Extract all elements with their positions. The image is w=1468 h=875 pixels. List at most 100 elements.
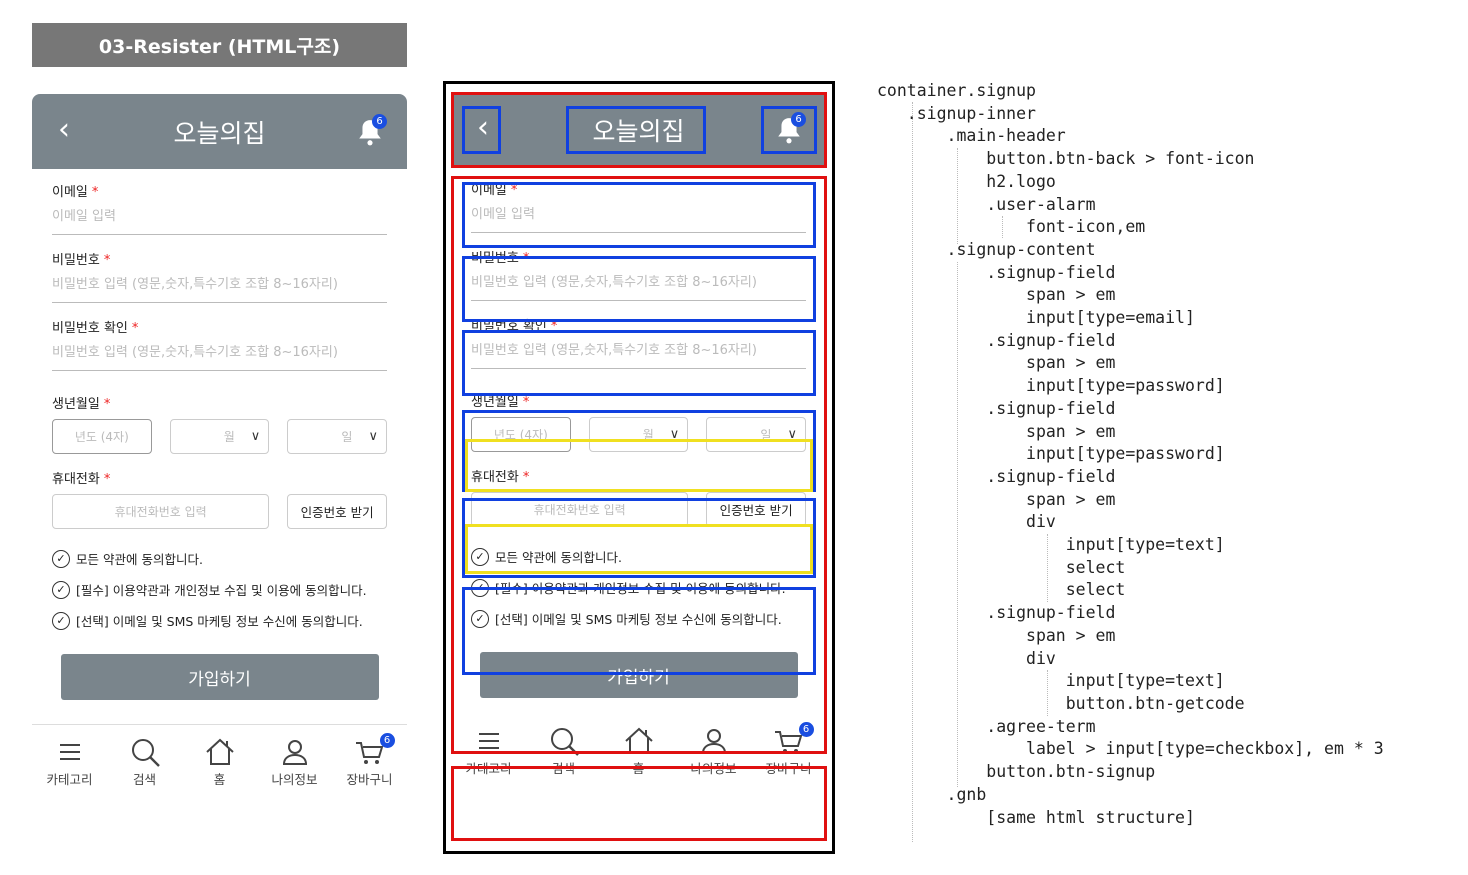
birth-day-select[interactable]: 일 ∨ (706, 417, 806, 452)
phone-inputs: 휴대전화번호 입력 인증번호 받기 (471, 492, 806, 527)
agree-term: ✓ 모든 약관에 동의합니다. ✓ [필수] 이용약관과 개인정보 수집 및 이용에… (471, 541, 806, 634)
code-line: input[type=password] (877, 444, 1225, 464)
code-line: .signup-inner (877, 103, 1036, 123)
gnb-myinfo[interactable]: 나의정보 (681, 724, 747, 777)
signup-mockup-annotated: ‹ 오늘의집 6 이메일* 비밀번호* 비밀번호 확인* 생년월일* 년도 (4… (451, 92, 826, 784)
cart-count-badge: 6 (379, 733, 395, 748)
menu-icon (478, 733, 499, 749)
signup-button[interactable]: 가입하기 (60, 654, 379, 700)
password-confirm-input[interactable] (52, 335, 387, 371)
agree-optional[interactable]: ✓ [선택] 이메일 및 SMS 마케팅 정보 수신에 동의합니다. (471, 603, 806, 634)
menu-icon (59, 744, 80, 760)
check-circle-icon[interactable]: ✓ (52, 580, 70, 599)
gnb-label: 나의정보 (271, 772, 318, 787)
chevron-down-icon: ∨ (669, 427, 680, 442)
user-alarm[interactable]: 6 (355, 114, 387, 148)
signup-field-phone: 휴대전화 * 휴대전화번호 입력 인증번호 받기 (52, 468, 387, 529)
alarm-count-badge: 6 (791, 112, 806, 127)
gnb-label: 카테고리 (46, 772, 93, 787)
birth-year-input[interactable]: 년도 (4자) (471, 417, 571, 452)
code-line: input[type=password] (877, 376, 1225, 396)
code-line: .user-alarm (877, 194, 1096, 214)
gnb-category[interactable]: 카테고리 (37, 735, 103, 788)
required-mark: * (522, 470, 530, 485)
code-line: .signup-field (877, 262, 1116, 282)
code-line: button.btn-back > font-icon (877, 149, 1255, 169)
required-mark: * (522, 395, 530, 410)
field-label: 비밀번호 * (471, 247, 806, 266)
check-circle-icon[interactable]: ✓ (471, 547, 489, 566)
password-confirm-label: 비밀번호 확인 (471, 319, 547, 334)
signup-field-phone: 휴대전화 * 휴대전화번호 입력 인증번호 받기 (471, 466, 806, 527)
password-confirm-input[interactable] (471, 333, 806, 369)
email-input[interactable] (471, 197, 806, 233)
password-confirm-label: 비밀번호 확인 (52, 321, 128, 336)
phone-inputs: 휴대전화번호 입력 인증번호 받기 (52, 494, 387, 529)
code-line: span > em (877, 285, 1116, 305)
birth-label: 생년월일 (471, 395, 519, 410)
required-mark: * (510, 183, 518, 198)
alarm-count-badge: 6 (372, 114, 387, 129)
search-icon (550, 728, 579, 756)
gnb-label: 장바구니 (346, 772, 393, 787)
agree-required[interactable]: ✓ [필수] 이용약관과 개인정보 수집 및 이용에 동의합니다. (471, 572, 806, 603)
phone-input[interactable]: 휴대전화번호 입력 (52, 494, 270, 529)
gnb-home[interactable]: 홈 (606, 724, 672, 777)
code-line: .signup-field (877, 330, 1116, 350)
gnb-label: 검색 (132, 772, 156, 787)
field-label: 비밀번호 확인 * (52, 317, 387, 336)
gnb-category[interactable]: 카테고리 (456, 724, 522, 777)
field-label: 이메일 * (471, 179, 806, 198)
signup-mockup: ‹ 오늘의집 6 이메일* 비밀번호* 비밀번호 확인* 생년월일* 년도 (4… (32, 94, 407, 794)
gnb-label: 카테고리 (465, 761, 512, 776)
birth-month-select[interactable]: 월 ∨ (588, 417, 689, 452)
birth-day-select[interactable]: 일 ∨ (287, 419, 387, 454)
code-line: div (877, 512, 1056, 532)
signup-button[interactable]: 가입하기 (479, 652, 798, 698)
agree-label: [선택] 이메일 및 SMS 마케팅 정보 수신에 동의합니다. (76, 614, 363, 629)
main-header: ‹ 오늘의집 6 (451, 92, 826, 167)
agree-optional[interactable]: ✓ [선택] 이메일 및 SMS 마케팅 정보 수신에 동의합니다. (52, 605, 387, 636)
password-input[interactable] (471, 265, 806, 301)
agree-all[interactable]: ✓ 모든 약관에 동의합니다. (471, 541, 806, 572)
get-code-button[interactable]: 인증번호 받기 (706, 492, 806, 527)
code-line: span > em (877, 353, 1116, 373)
agree-all[interactable]: ✓ 모든 약관에 동의합니다. (52, 543, 387, 574)
phone-input[interactable]: 휴대전화번호 입력 (471, 492, 689, 527)
get-code-button[interactable]: 인증번호 받기 (287, 494, 387, 529)
agree-required[interactable]: ✓ [필수] 이용약관과 개인정보 수집 및 이용에 동의합니다. (52, 574, 387, 605)
gnb-search[interactable]: 검색 (112, 735, 178, 788)
code-line: button.btn-signup (877, 762, 1156, 782)
birth-year-input[interactable]: 년도 (4자) (52, 419, 152, 454)
day-value: 일 (760, 428, 772, 442)
user-icon (282, 740, 307, 765)
birth-month-select[interactable]: 월 ∨ (169, 419, 270, 454)
signup-field-password: 비밀번호 * (471, 247, 806, 301)
code-line: .main-header (877, 126, 1066, 146)
email-input[interactable] (52, 199, 387, 235)
email-label: 이메일 (471, 183, 507, 198)
gnb-cart[interactable]: 6 장바구니 (756, 722, 822, 777)
html-structure-code: container.signup .signup-inner .main-hea… (877, 80, 1384, 829)
signup-field-password: 비밀번호 * (52, 249, 387, 303)
field-label: 생년월일 * (471, 391, 806, 410)
gnb-search[interactable]: 검색 (531, 724, 597, 777)
required-mark: * (91, 185, 99, 200)
check-circle-icon[interactable]: ✓ (52, 611, 70, 630)
check-circle-icon[interactable]: ✓ (52, 549, 70, 568)
check-circle-icon[interactable]: ✓ (471, 578, 489, 597)
gnb: 카테고리 검색 홈 나의정보 6 장바구니 (451, 714, 826, 784)
gnb-cart[interactable]: 6 장바구니 (337, 733, 403, 788)
code-line: span > em (877, 625, 1116, 645)
required-mark: * (131, 321, 139, 336)
code-line: h2.logo (877, 171, 1056, 191)
user-alarm[interactable]: 6 (774, 112, 806, 146)
check-circle-icon[interactable]: ✓ (471, 609, 489, 628)
gnb-home[interactable]: 홈 (187, 735, 253, 788)
password-input[interactable] (52, 267, 387, 303)
main-header: ‹ 오늘의집 6 (32, 94, 407, 169)
code-line: .gnb (877, 784, 987, 804)
code-line: .signup-content (877, 239, 1096, 259)
agree-label: 모든 약관에 동의합니다. (495, 550, 622, 565)
gnb-myinfo[interactable]: 나의정보 (262, 735, 328, 788)
